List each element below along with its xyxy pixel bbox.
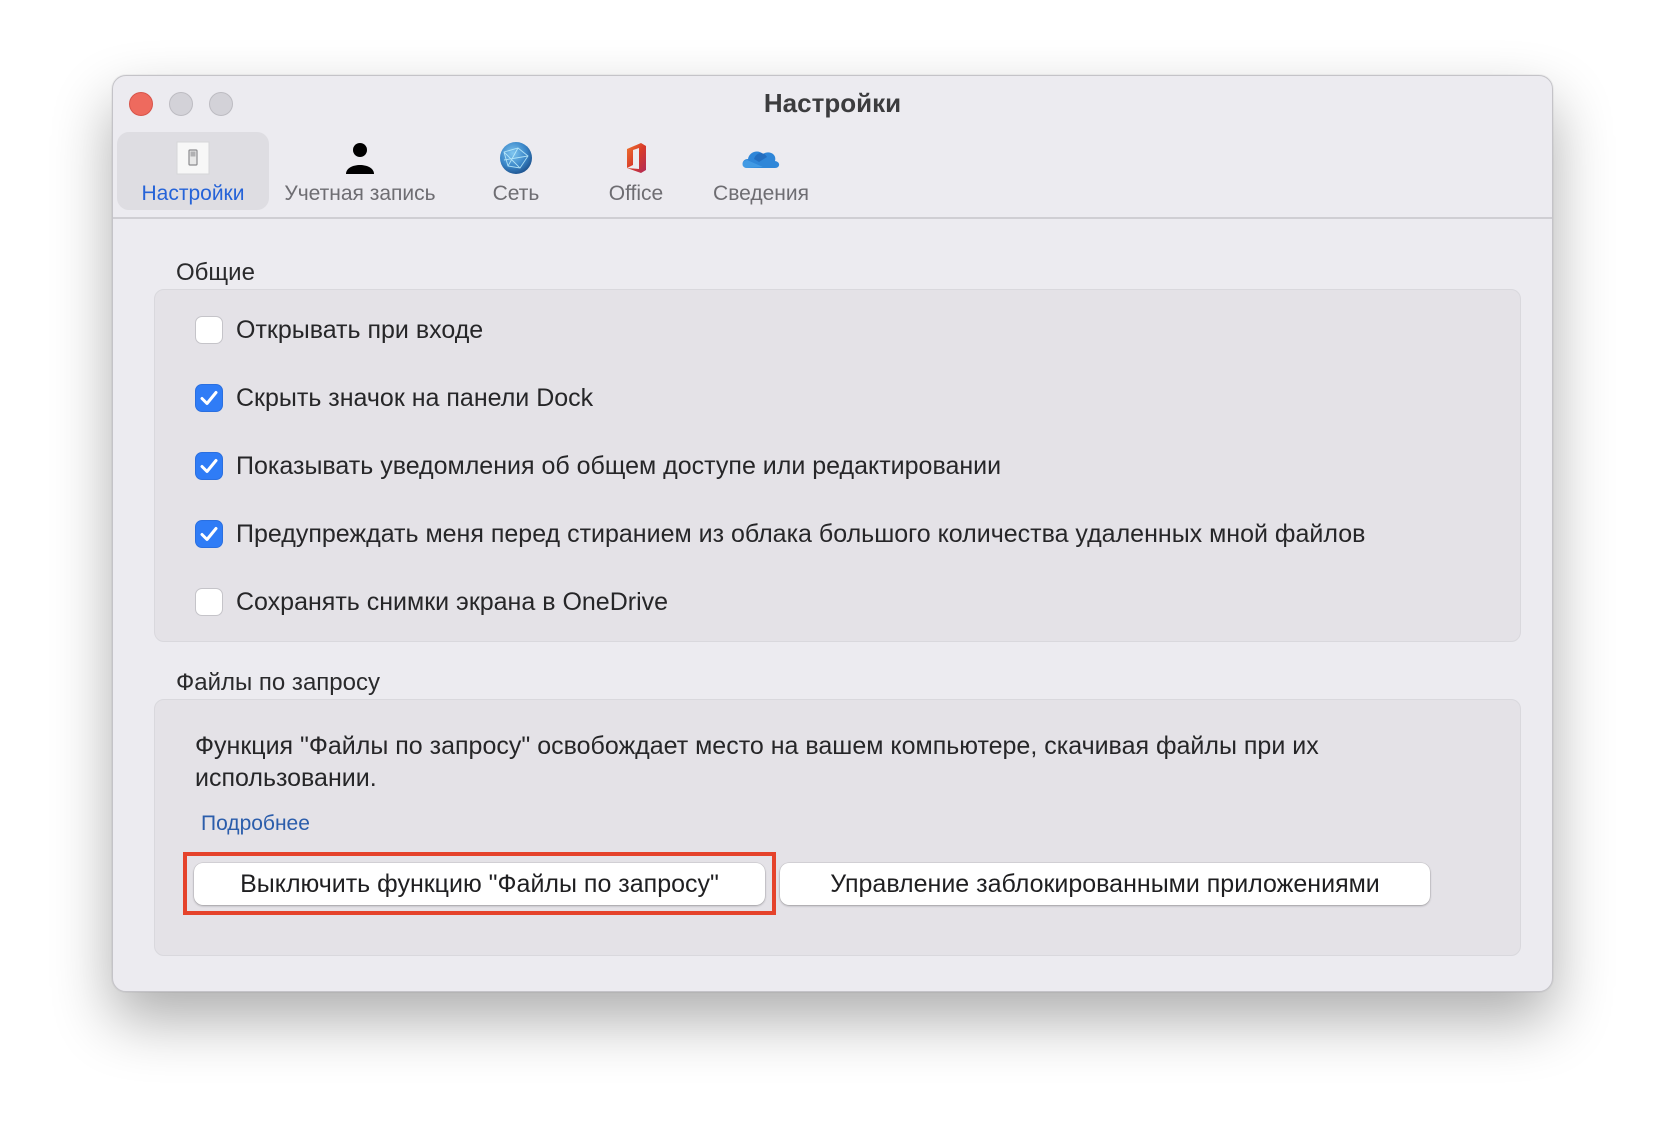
files-on-demand-description: Функция "Файлы по запросу" освобождает м…	[195, 732, 1319, 792]
option-hide-dock-icon[interactable]: Скрыть значок на панели Dock	[195, 381, 593, 415]
general-group: Открывать при входе Скрыть значок на пан…	[154, 289, 1521, 642]
tab-label: Сеть	[492, 182, 540, 205]
option-label: Показывать уведомления об общем доступе …	[236, 451, 1002, 480]
title-bar[interactable]: Настройки	[113, 76, 1552, 132]
checkbox[interactable]	[195, 316, 223, 344]
option-save-screenshots[interactable]: Сохранять снимки экрана в OneDrive	[195, 585, 668, 619]
tab-about[interactable]: Сведения	[691, 132, 831, 210]
tab-network[interactable]: Сеть	[451, 132, 581, 210]
checkbox[interactable]	[195, 384, 223, 412]
tab-label: Сведения	[713, 182, 809, 205]
learn-more-link[interactable]: Подробнее	[201, 812, 310, 836]
tab-settings[interactable]: Настройки	[117, 132, 269, 210]
option-label: Предупреждать меня перед стиранием из об…	[236, 519, 1366, 548]
checkbox[interactable]	[195, 588, 223, 616]
manage-blocked-apps-button[interactable]: Управление заблокированными приложениями	[780, 863, 1430, 905]
option-open-at-login[interactable]: Открывать при входе	[195, 313, 483, 347]
turn-off-files-on-demand-button[interactable]: Выключить функцию "Файлы по запросу"	[194, 863, 765, 905]
checkmark-icon	[200, 391, 218, 405]
tab-account[interactable]: Учетная запись	[269, 132, 451, 210]
toolbar: Настройки Учетная запись Сеть Office Све…	[113, 132, 1552, 219]
files-on-demand-section-label: Файлы по запросу	[176, 669, 380, 696]
option-label: Открывать при входе	[236, 315, 484, 344]
tab-label: Настройки	[141, 182, 245, 205]
tab-label: Office	[608, 182, 664, 205]
tab-office[interactable]: Office	[581, 132, 691, 210]
switch-icon	[171, 136, 215, 180]
option-warn-mass-delete[interactable]: Предупреждать меня перед стиранием из об…	[195, 517, 1365, 551]
option-label: Скрыть значок на панели Dock	[236, 383, 594, 412]
office-icon	[614, 136, 658, 180]
general-section-label: Общие	[176, 259, 255, 286]
tab-label: Учетная запись	[284, 182, 436, 205]
option-sharing-notifications[interactable]: Показывать уведомления об общем доступе …	[195, 449, 1001, 483]
checkbox[interactable]	[195, 452, 223, 480]
checkmark-icon	[200, 527, 218, 541]
files-on-demand-group: Функция "Файлы по запросу" освобождает м…	[154, 699, 1521, 956]
checkmark-icon	[200, 459, 218, 473]
window-title: Настройки	[763, 88, 902, 118]
globe-icon	[494, 136, 538, 180]
option-label: Сохранять снимки экрана в OneDrive	[236, 587, 669, 616]
cloud-icon	[739, 136, 783, 180]
checkbox[interactable]	[195, 520, 223, 548]
person-icon	[338, 136, 382, 180]
settings-window: Настройки Настройки Учетная запись Сеть …	[112, 75, 1553, 992]
